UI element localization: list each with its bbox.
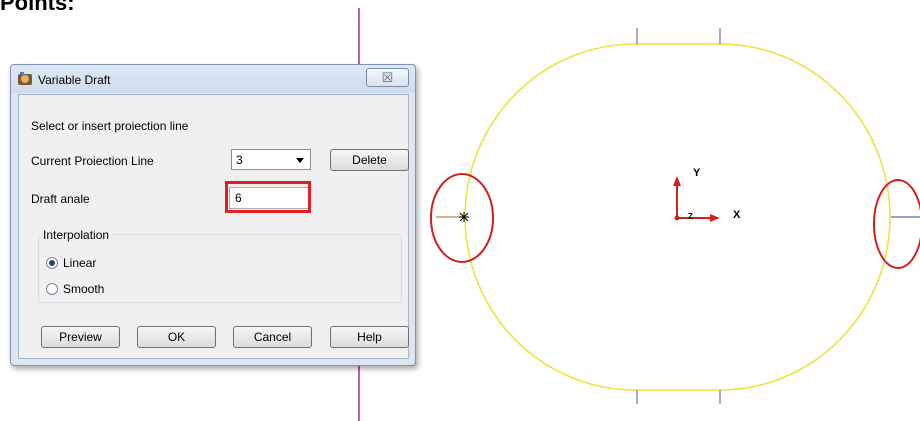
dialog-body: Select or insert proiection line Current…: [18, 94, 409, 359]
axis-z-label: Z: [688, 212, 693, 221]
ok-button[interactable]: OK: [137, 326, 216, 348]
dialog-title: Variable Draft: [38, 73, 111, 87]
variable-draft-dialog: Variable Draft ☒ Select or insert proiec…: [10, 64, 416, 366]
interpolation-title: Interpolation: [40, 228, 113, 242]
projection-line-value: 3: [236, 153, 243, 167]
help-button[interactable]: Help: [330, 326, 409, 348]
close-button[interactable]: ☒: [366, 68, 409, 87]
cancel-button[interactable]: Cancel: [233, 326, 312, 348]
instruction-text: Select or insert proiection line: [31, 119, 189, 133]
projection-line-select[interactable]: 3: [231, 149, 311, 170]
smooth-radio[interactable]: [46, 283, 58, 295]
preview-button[interactable]: Preview: [41, 326, 120, 348]
draft-angle-label: Draft anale: [31, 192, 90, 206]
app-icon: [18, 72, 32, 85]
linear-radio[interactable]: [46, 257, 58, 269]
right-annotation-ellipse: [873, 179, 920, 269]
chevron-down-icon: [296, 158, 304, 163]
projection-line-label: Current Proiection Line: [31, 154, 154, 168]
close-icon: ☒: [381, 70, 394, 85]
origin-triad: Y X Z: [673, 167, 741, 222]
linear-label[interactable]: Linear: [63, 256, 96, 270]
left-annotation-ellipse: [430, 173, 494, 263]
smooth-label[interactable]: Smooth: [63, 282, 104, 296]
axis-y-label: Y: [693, 167, 701, 179]
dialog-titlebar[interactable]: Variable Draft ☒: [11, 65, 415, 93]
delete-button[interactable]: Delete: [330, 149, 409, 171]
axis-x-label: X: [733, 209, 741, 221]
draft-angle-highlight: [225, 181, 311, 213]
projection-point-marker[interactable]: [459, 212, 469, 222]
